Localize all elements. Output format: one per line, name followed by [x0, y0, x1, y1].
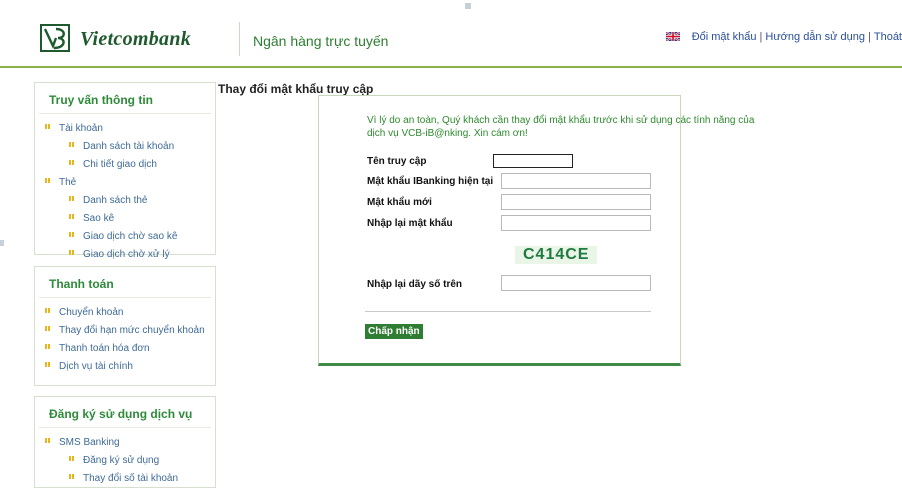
sidebar-section-registration: Đăng ký sử dụng dịch vụ SMS Banking Đăng…: [34, 396, 216, 488]
bullet-icon: [69, 250, 74, 255]
sidebar-item-register[interactable]: Đăng ký sử dụng: [39, 452, 215, 470]
bullet-icon: [45, 344, 50, 349]
sidebar-item-account-list[interactable]: Danh sách tài khoản: [39, 138, 215, 156]
username-label: Tên truy cập: [367, 156, 427, 167]
uk-flag-icon[interactable]: [665, 32, 680, 41]
new-password-label: Mật khẩu mới: [367, 197, 432, 208]
logo-divider: [239, 22, 240, 56]
resize-handle: [465, 3, 471, 9]
sidebar-item-pending-statement[interactable]: Giao dịch chờ sao kê: [39, 228, 215, 246]
sidebar-item-card-list[interactable]: Danh sách thẻ: [39, 192, 215, 210]
sidebar-item-sms-banking[interactable]: SMS Banking: [39, 434, 215, 452]
sidebar-item-change-account[interactable]: Thay đổi số tài khoản: [39, 470, 215, 488]
change-password-form: Vì lý do an toàn, Quý khách cần thay đổi…: [318, 95, 754, 366]
new-password-input[interactable]: [501, 194, 651, 210]
bullet-icon: [45, 308, 50, 313]
sidebar-section-title: Truy vấn thông tin: [39, 83, 211, 114]
sidebar-item-pending-processing[interactable]: Giao dịch chờ xử lý: [39, 246, 215, 264]
bullet-icon: [69, 160, 74, 165]
confirm-password-input[interactable]: [501, 215, 651, 231]
sidebar-item-transfer[interactable]: Chuyển khoản: [39, 304, 215, 322]
sidebar-section-title: Đăng ký sử dụng dịch vụ: [39, 397, 211, 428]
sidebar-item-accounts[interactable]: Tài khoản: [39, 120, 215, 138]
sidebar-section-title: Thanh toán: [39, 267, 211, 298]
bullet-icon: [45, 178, 50, 183]
bullet-icon: [69, 214, 74, 219]
current-password-input[interactable]: [501, 173, 651, 189]
security-notice: Vì lý do an toàn, Quý khách cần thay đổi…: [367, 115, 755, 139]
username-field: [493, 154, 573, 168]
link-separator: |: [868, 31, 871, 43]
captcha-image: C414CE: [515, 246, 598, 264]
resize-handle: [0, 240, 4, 246]
sidebar-section-payment: Thanh toán Chuyển khoản Thay đổi hạn mức…: [34, 266, 216, 386]
sidebar-item-bill-payment[interactable]: Thanh toán hóa đơn: [39, 340, 215, 358]
sidebar-item-statement[interactable]: Sao kê: [39, 210, 215, 228]
bullet-icon: [69, 456, 74, 461]
page-title: Thay đổi mật khẩu truy cập: [218, 82, 374, 96]
bullet-icon: [69, 474, 74, 479]
sidebar-item-cards[interactable]: Thẻ: [39, 174, 215, 192]
sidebar-item-financial-services[interactable]: Dịch vụ tài chính: [39, 358, 215, 376]
current-password-label: Mật khẩu IBanking hiện tại: [367, 176, 494, 187]
captcha-label: Nhập lại dãy số trên: [367, 279, 463, 290]
bullet-icon: [45, 124, 50, 129]
bullet-icon: [45, 326, 50, 331]
bullet-icon: [69, 196, 74, 201]
bank-name: Vietcombank: [80, 28, 192, 50]
bullet-icon: [45, 438, 50, 443]
bullet-icon: [69, 142, 74, 147]
form-divider: [365, 311, 651, 312]
sidebar-section-info: Truy vấn thông tin Tài khoản Danh sách t…: [34, 82, 216, 260]
header-divider: [0, 66, 902, 68]
top-links: Đổi mật khẩu | Hướng dẫn sử dụng | Thoát: [665, 31, 902, 43]
tagline: Ngân hàng trực tuyến: [253, 33, 389, 49]
header: Vietcombank Ngân hàng trực tuyến Đổi mật…: [0, 0, 902, 66]
logout-link[interactable]: Thoát: [874, 31, 902, 43]
bullet-icon: [69, 232, 74, 237]
submit-button[interactable]: Chấp nhận: [365, 324, 423, 339]
sidebar-item-transaction-details[interactable]: Chi tiết giao dịch: [39, 156, 215, 174]
bullet-icon: [45, 362, 50, 367]
sidebar-item-transfer-limit[interactable]: Thay đổi hạn mức chuyển khoản: [39, 322, 215, 340]
change-password-link[interactable]: Đổi mật khẩu: [692, 31, 757, 43]
captcha-input[interactable]: [501, 275, 651, 291]
vietcombank-logo-icon: [40, 24, 70, 52]
user-guide-link[interactable]: Hướng dẫn sử dụng: [765, 31, 865, 43]
confirm-password-label: Nhập lại mật khẩu: [367, 218, 453, 229]
